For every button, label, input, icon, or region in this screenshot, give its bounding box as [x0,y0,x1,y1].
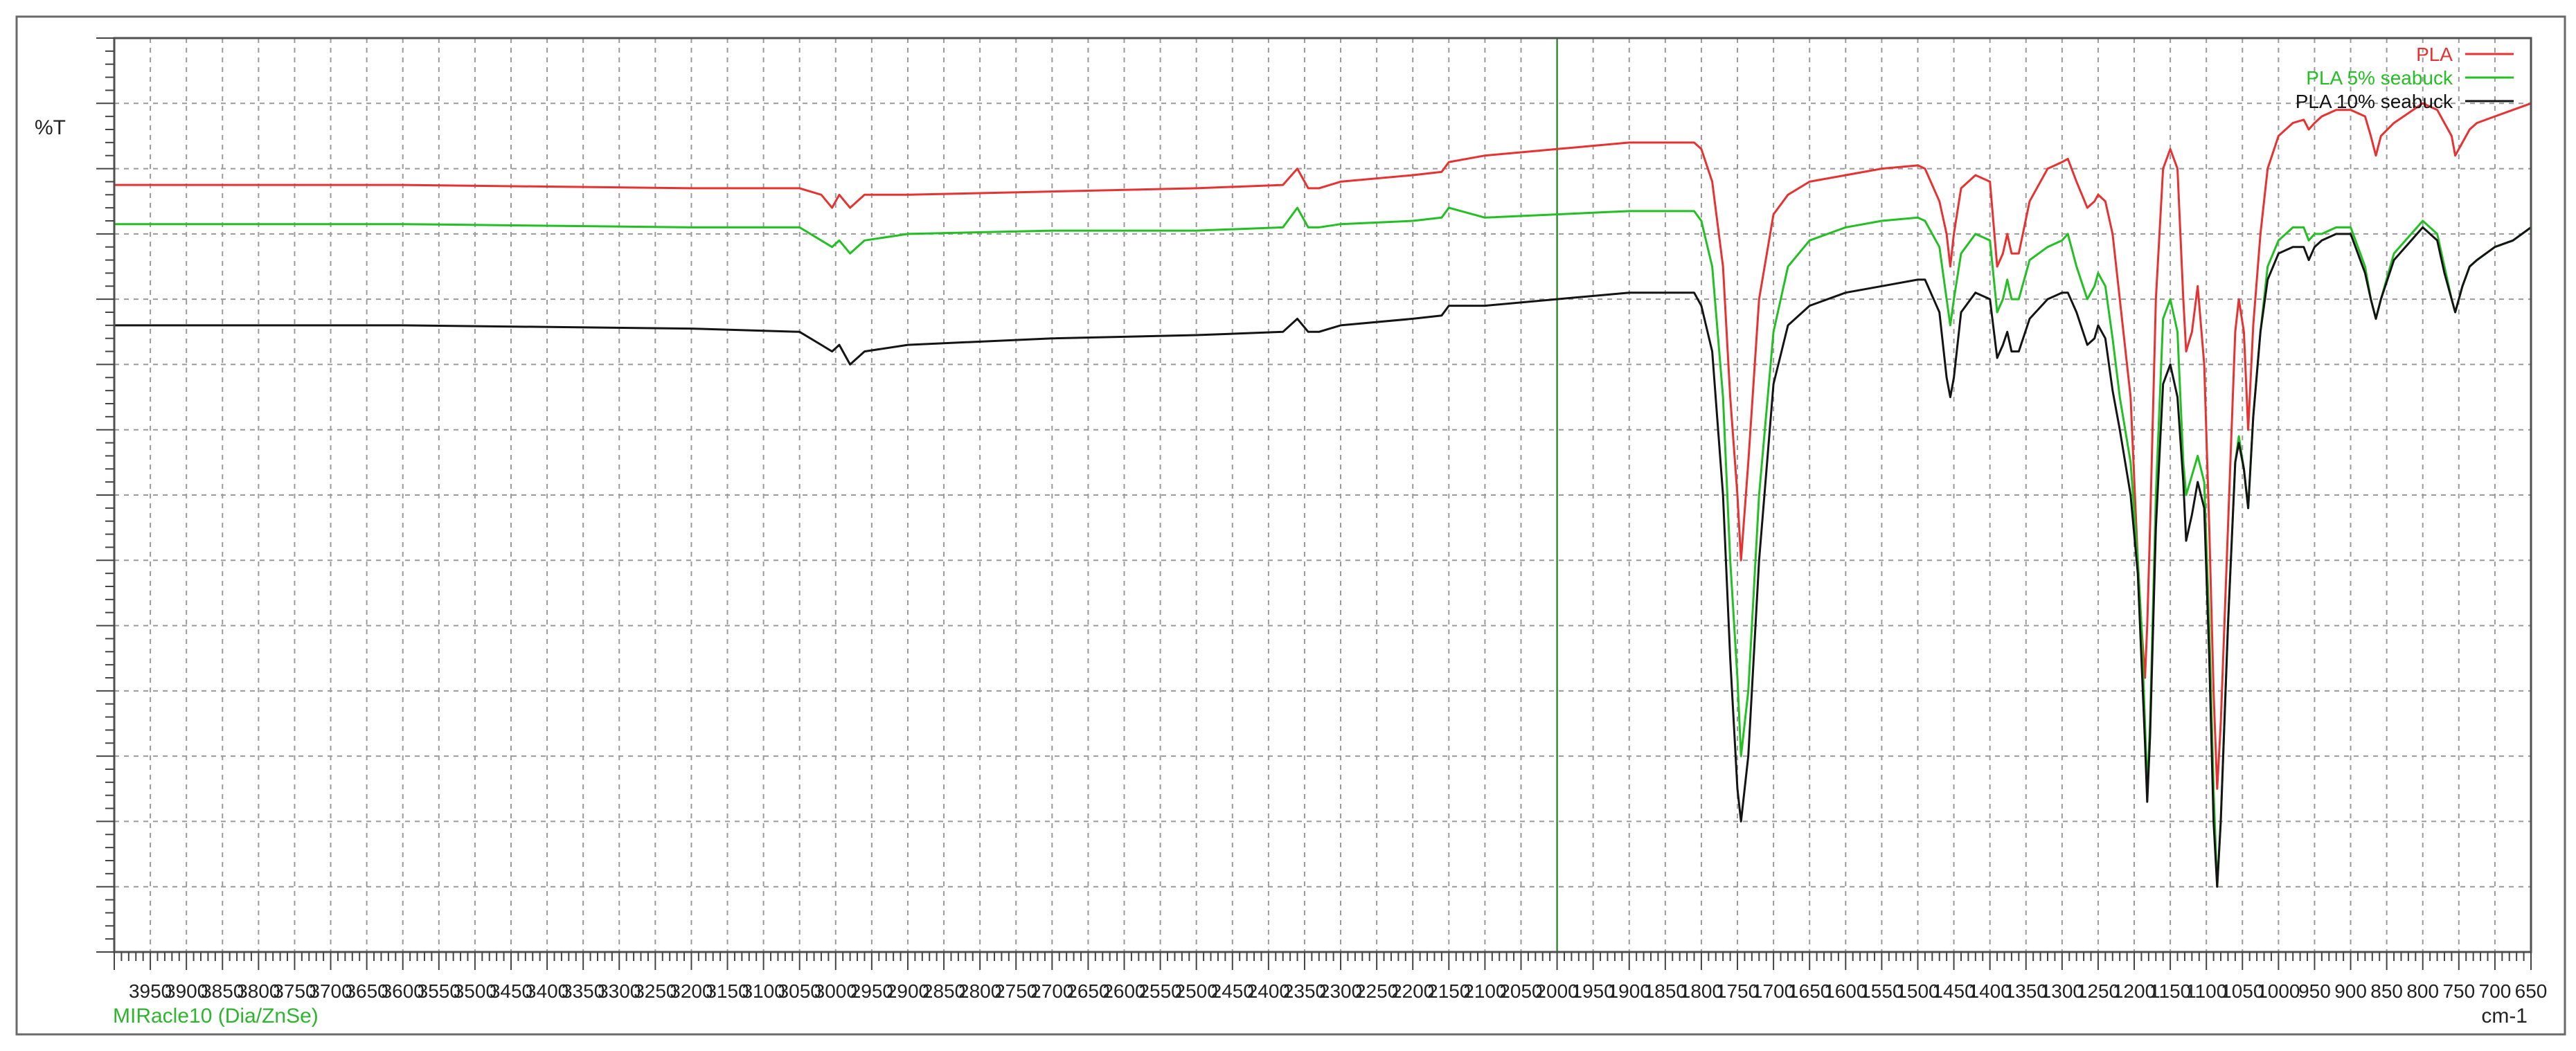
x-tick-label: 850 [2370,980,2403,1002]
x-tick-label: 1000 [2257,980,2300,1002]
ftir-spectrum-chart: 3950 3900 3850 3800 3750 3700 3650 3600 3550 3500… [0,0,2576,1048]
accessory-label: MIRacle10 (Dia/ZnSe) [113,1005,319,1027]
legend-label: PLA [2416,44,2453,65]
x-tick-label: 700 [2479,980,2512,1002]
x-tick-label: 900 [2334,980,2367,1002]
plot-svg: 3950390038503800375037003650360035503500… [15,15,2566,1036]
y-unit-label: %T [35,116,66,139]
x-tick-label: 950 [2298,980,2331,1002]
x-unit-label: cm-1 [2481,1005,2528,1027]
x-tick-label: 650 [2515,980,2548,1002]
legend-label: PLA 10% seabuck [2296,91,2453,112]
x-tick-label: 750 [2442,980,2475,1002]
x-tick-label: 800 [2406,980,2439,1002]
legend-label: PLA 5% seabuck [2306,67,2453,89]
